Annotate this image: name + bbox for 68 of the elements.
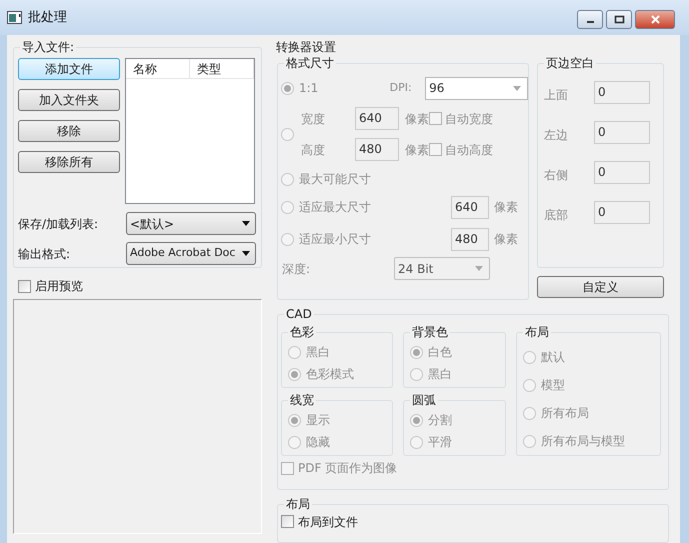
dropdown[interactable]: <默认> <box>126 212 256 235</box>
radio-label: 黑白 <box>306 344 330 361</box>
group-title: 背景色 <box>410 324 450 340</box>
section-title: 转换器设置 <box>276 40 337 54</box>
action-button[interactable]: 加入文件夹 <box>18 89 120 111</box>
checkbox-label: 自动宽度 <box>445 110 493 128</box>
radio-label: 所有布局 <box>541 405 589 422</box>
unit-label: 像素 <box>494 199 518 216</box>
checkbox-label: PDF 页面作为图像 <box>298 460 398 477</box>
checkbox[interactable] <box>18 280 31 292</box>
action-button[interactable]: 添加文件 <box>18 58 120 80</box>
caret-icon <box>242 251 250 256</box>
radio-label: 默认 <box>541 349 565 366</box>
group-title: 格式尺寸 <box>284 55 336 71</box>
column-header[interactable]: 类型 <box>190 59 254 78</box>
maximize-icon <box>614 15 624 24</box>
field-label: 输出格式: <box>18 246 72 262</box>
radio-label: 隐藏 <box>306 434 330 451</box>
radio-label: 适应最大尺寸 <box>299 199 371 216</box>
maximize-button[interactable] <box>606 10 632 29</box>
field-label: 左边 <box>544 127 569 144</box>
checkbox-label: 布局到文件 <box>298 514 358 531</box>
file-list[interactable]: 名称 类型 <box>125 58 255 204</box>
action-button[interactable]: 移除所有 <box>18 151 120 173</box>
unit-label: 像素 <box>494 231 518 248</box>
radio-label: 最大可能尺寸 <box>299 171 371 188</box>
close-icon <box>650 15 660 24</box>
caret-icon <box>475 266 483 271</box>
group-title: 色彩 <box>288 324 316 340</box>
group-title: 圆弧 <box>410 392 438 408</box>
window-title: 批处理 <box>28 8 67 27</box>
column-header[interactable]: 名称 <box>126 59 190 78</box>
group-title: 布局 <box>523 324 551 340</box>
radio-label: 分割 <box>428 412 452 429</box>
checkbox-label: 自动高度 <box>445 142 493 158</box>
action-button[interactable]: 移除 <box>18 120 120 142</box>
group-title: 布局 <box>284 496 312 512</box>
unit-label: 像素 <box>405 142 429 158</box>
radio-label: 适应最小尺寸 <box>299 231 371 248</box>
caret-icon <box>513 86 521 90</box>
dropdown[interactable]: Adobe Acrobat Doc <box>126 242 256 265</box>
custom-button[interactable]: 自定义 <box>537 276 664 298</box>
radio-label: 所有布局与模型 <box>541 433 625 450</box>
radio-label: 黑白 <box>428 366 452 383</box>
checkbox[interactable] <box>281 515 294 528</box>
minimize-button[interactable] <box>577 10 603 29</box>
group-title: 导入文件: <box>20 39 76 55</box>
group-title: 页边空白 <box>544 55 596 71</box>
unit-label: 像素 <box>405 110 429 128</box>
field-label: 宽度 <box>301 110 326 128</box>
window-icon <box>7 10 23 24</box>
field-label: DPI: <box>390 80 413 96</box>
radio-label: 模型 <box>541 377 565 394</box>
field-label: 高度 <box>301 142 326 158</box>
radio-label: 1:1 <box>299 80 318 97</box>
radio-label: 色彩模式 <box>306 366 354 383</box>
caret-icon <box>242 221 250 226</box>
radio-label: 平滑 <box>428 434 452 451</box>
field-label: 保存/加载列表: <box>18 216 100 232</box>
field-label: 底部 <box>544 207 569 224</box>
field-label: 右侧 <box>544 167 569 184</box>
field-label: 深度: <box>282 260 312 278</box>
checkbox-label: 启用预览 <box>35 278 83 295</box>
group-title: 线宽 <box>288 392 316 408</box>
radio-label: 显示 <box>306 412 330 429</box>
close-button[interactable] <box>635 10 675 29</box>
field-label: 上面 <box>544 87 569 104</box>
radio-label: 白色 <box>428 344 452 361</box>
